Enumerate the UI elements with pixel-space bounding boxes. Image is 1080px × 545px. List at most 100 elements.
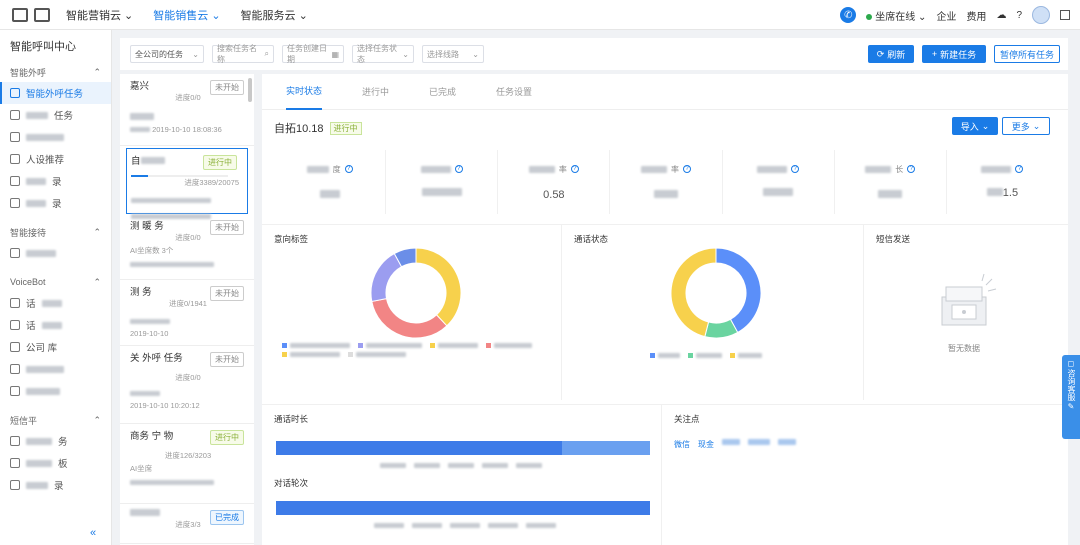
status-select[interactable]: 选择任务状态 ⌄ (352, 44, 414, 64)
task-header: 自拓10.18 进行中 (274, 120, 362, 136)
help-icon[interactable]: ? (791, 165, 800, 173)
sidebar-group-outbound[interactable]: 智能外呼 ⌃ (0, 62, 111, 82)
tab-running[interactable]: 进行中 (362, 74, 389, 110)
legend-item[interactable] (430, 343, 478, 348)
task-card[interactable]: 关 外呼 任务 未开始 进度0/0 2019-10-10 10:20:12 (120, 346, 254, 424)
sms-icon (10, 436, 20, 446)
more-button[interactable]: 更多 ⌄ (1002, 117, 1050, 135)
line-select[interactable]: 选择线路 ⌄ (422, 45, 484, 63)
enterprise-link[interactable]: 企业 (936, 8, 956, 23)
legend-item[interactable] (730, 353, 762, 358)
help-icon[interactable]: ? (344, 165, 353, 173)
sidebar-item-record-1[interactable]: 录 (0, 170, 111, 192)
status-badge: 未开始 (210, 286, 244, 301)
sidebar-title: 智能呼叫中心 (10, 41, 76, 53)
sidebar-group-reception[interactable]: 智能接待 ⌃ (0, 222, 111, 242)
call-duration-legend (380, 463, 542, 468)
sidebar-item-outbound-task[interactable]: 智能外呼任务 (0, 82, 111, 104)
sidebar-item-voicebot-1[interactable]: 话 (0, 292, 111, 314)
intent-donut-chart (370, 247, 462, 339)
refresh-button[interactable]: ⟳ 刷新 (868, 45, 914, 63)
sidebar-item-sms-record[interactable]: 录 (0, 474, 111, 496)
collapse-sidebar-icon[interactable]: « (90, 527, 96, 539)
legend-item[interactable] (650, 353, 680, 358)
cost-link[interactable]: 费用 (966, 8, 986, 23)
help-icon[interactable]: ? (682, 165, 691, 173)
pause-all-button[interactable]: 暂停所有任务 (994, 45, 1060, 63)
chevron-up-icon: ⌃ (93, 276, 101, 287)
seat-status[interactable]: 坐席在线 ⌄ (866, 8, 926, 23)
dialog-rounds-bar[interactable] (276, 501, 650, 515)
legend-item[interactable] (688, 353, 722, 358)
tab-settings[interactable]: 任务设置 (496, 74, 532, 110)
legend-item[interactable] (358, 343, 422, 348)
import-button[interactable]: 导入 ⌄ (952, 117, 998, 135)
date-picker[interactable]: 任务创建日期 ▦ (282, 44, 344, 64)
task-tabs: 实时状态 进行中 已完成 任务设置 (262, 74, 1068, 110)
sidebar-item-recommend[interactable]: 人设推荐 (0, 148, 111, 170)
chevron-down-icon: ⌄ (1032, 120, 1041, 131)
scope-select[interactable]: 全公司的任务 ⌄ (130, 45, 204, 63)
sidebar-item-record-2[interactable]: 录 (0, 192, 111, 214)
stat-item: ? (386, 150, 499, 214)
donut-slice[interactable] (715, 247, 762, 334)
call-duration-bar[interactable] (562, 441, 650, 455)
task-card[interactable]: 测 暖 务 未开始 进度0/0 AI坐席数 3个 (120, 214, 254, 280)
tab-done[interactable]: 已完成 (429, 74, 456, 110)
reception-icon (10, 248, 20, 258)
topnav-marketing[interactable]: 智能营销云 ⌄ (66, 7, 133, 23)
phone-icon[interactable]: ✆ (840, 7, 857, 23)
status-badge: 进行中 (203, 155, 237, 170)
tab-realtime[interactable]: 实时状态 (286, 74, 323, 110)
task-card[interactable]: 嘉兴 未开始 进度0/0 2019-10-10 18:08:36 (120, 74, 254, 146)
focus-word[interactable]: 微信 (674, 439, 690, 450)
sidebar-item-voicebot-4[interactable] (0, 358, 111, 380)
topnav-sales[interactable]: 智能销售云 ⌄ (153, 7, 220, 23)
legend-item[interactable] (282, 343, 350, 348)
task-card-selected[interactable]: 自 进行中 进度3389/20075 (126, 148, 248, 219)
sidebar-group-sms[interactable]: 短信平 ⌃ (0, 410, 111, 430)
sidebar-item-sms-template[interactable]: 板 (0, 452, 111, 474)
topnav-service[interactable]: 智能服务云 ⌄ (241, 7, 308, 23)
sidebar-item-knowledge-base[interactable]: 公司 库 (0, 336, 111, 358)
donut-slice[interactable] (370, 252, 403, 303)
task-name-search[interactable]: 搜索任务名称 ⌕ (212, 44, 274, 64)
call-duration-bar[interactable] (276, 441, 562, 455)
phone-icon (10, 176, 20, 186)
focus-word[interactable]: 现金 (698, 439, 714, 450)
legend-item[interactable] (282, 352, 340, 357)
call-duration-title: 通话时长 (274, 414, 309, 424)
donut-slice[interactable] (415, 247, 462, 327)
task-card[interactable]: 测 务 未开始 进度0/1941 2019-10-10 (120, 280, 254, 346)
sidebar-item-reception[interactable] (0, 242, 111, 264)
sidebar-item-task[interactable]: 任务 (0, 104, 111, 126)
chat-icon: ◻ (1067, 359, 1075, 368)
help-icon[interactable]: ? (1015, 165, 1024, 173)
avatar[interactable] (1032, 6, 1050, 24)
app-logo[interactable] (12, 7, 56, 23)
legend-item[interactable] (486, 343, 532, 348)
donut-slice[interactable] (371, 298, 448, 339)
main-panel: 实时状态 进行中 已完成 任务设置 自拓10.18 进行中 导入 ⌄ 更多 ⌄ … (262, 74, 1068, 545)
cloud-icon[interactable]: ☁ (996, 10, 1006, 21)
sidebar-item-voicebot-5[interactable] (0, 380, 111, 402)
sidebar-item-sms-task[interactable]: 务 (0, 430, 111, 452)
task-card[interactable]: 商务 宁 物 进行中 进度126/3203 AI坐席 (120, 424, 254, 504)
user-icon (10, 154, 20, 164)
sidebar-item-blurred[interactable] (0, 126, 111, 148)
customer-service-float[interactable]: ◻ 咨询客服 ✎ (1062, 355, 1080, 439)
help-icon[interactable]: ? (454, 165, 463, 173)
task-icon (10, 88, 20, 98)
sidebar-group-voicebot[interactable]: VoiceBot ⌃ (0, 272, 111, 292)
stat-item: 率? (610, 150, 723, 214)
sidebar-item-voicebot-2[interactable]: 话 (0, 314, 111, 336)
legend-item[interactable] (348, 352, 406, 357)
template-icon (10, 458, 20, 468)
chevron-down-icon: ⌄ (192, 49, 199, 59)
help-icon[interactable]: ? (1016, 10, 1022, 21)
new-task-button[interactable]: + 新建任务 (922, 45, 986, 63)
help-icon[interactable]: ? (907, 165, 916, 173)
task-card[interactable]: 已完成 进度3/3 (120, 504, 254, 544)
help-icon[interactable]: ? (570, 165, 579, 173)
fullscreen-icon[interactable] (1060, 10, 1070, 20)
